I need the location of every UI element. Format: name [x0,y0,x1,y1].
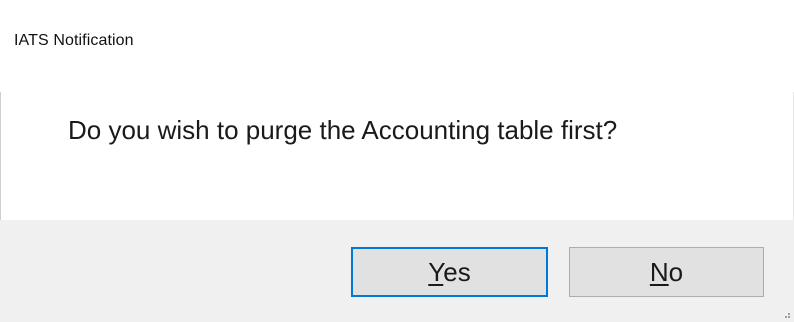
yes-button[interactable]: Yes [351,247,548,297]
no-button[interactable]: No [569,247,764,297]
notification-dialog: IATS Notification Do you wish to purge t… [0,0,794,322]
yes-button-label: Yes [428,257,470,288]
button-bar: Yes No [0,220,794,322]
yes-access-key: Y [428,256,444,287]
no-access-key: N [649,256,669,287]
no-button-label: No [650,257,683,288]
yes-label-rest: es [443,256,471,287]
no-label-rest: o [668,256,684,287]
window-title: IATS Notification [14,32,134,49]
dialog-message: Do you wish to purge the Accounting tabl… [68,115,618,145]
title-bar[interactable]: IATS Notification [0,0,794,92]
size-grip-icon[interactable] [781,309,791,319]
